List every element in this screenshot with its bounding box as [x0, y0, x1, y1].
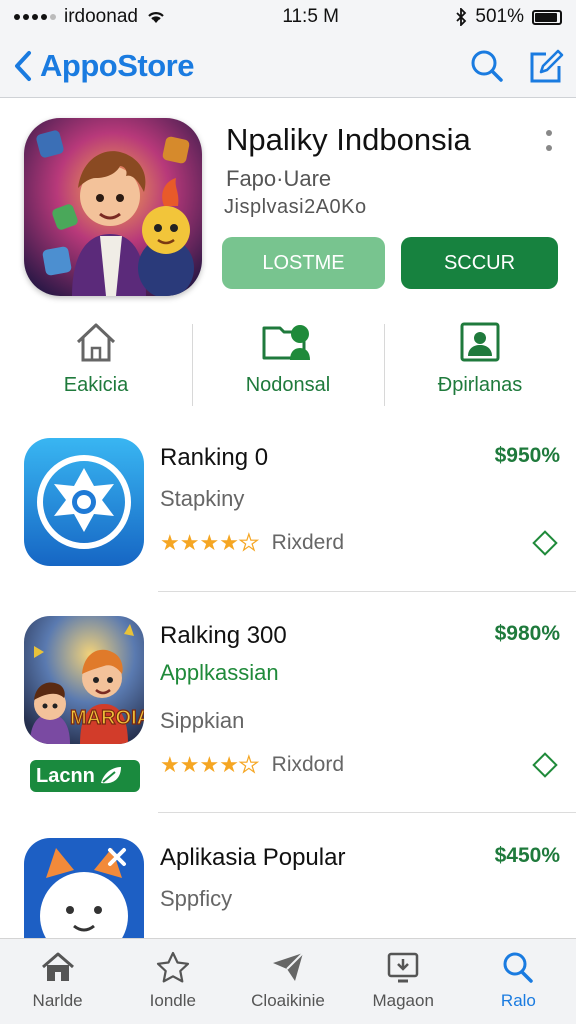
app-icon: MAROIA	[24, 616, 144, 744]
home-icon	[76, 323, 116, 362]
more-options-icon[interactable]	[546, 130, 552, 151]
tab-favorites[interactable]: Iondle	[115, 939, 230, 1024]
tab-bar: Narlde Iondle Cloaikinie Magaon Ralo	[0, 938, 576, 1024]
nav-title: AppoStore	[40, 47, 194, 83]
list-item[interactable]: Aplikasia Popular $450% Sppficy	[24, 838, 564, 938]
contact-card-icon	[460, 322, 500, 362]
star-rating-icon: ★ ★ ★ ★ ★	[160, 529, 259, 555]
app-title: Aplikasia Popular	[160, 844, 346, 871]
carrier-name: irdoonad	[64, 6, 138, 27]
app-price: $450%	[494, 844, 560, 867]
battery-percent: 501%	[475, 6, 524, 27]
chevron-left-icon	[15, 50, 31, 81]
list-divider	[158, 812, 576, 813]
search-icon	[503, 952, 534, 983]
app-rating: ★ ★ ★ ★ ★ Rixderd	[160, 529, 345, 556]
featured-app-developer: Fapo·Uare	[226, 166, 332, 191]
compose-icon[interactable]	[528, 48, 564, 84]
diamond-icon[interactable]	[532, 530, 558, 556]
status-time: 11:5 M	[282, 6, 340, 27]
home-icon	[41, 952, 74, 981]
search-icon[interactable]	[470, 49, 504, 83]
tab-label: Magaon	[372, 991, 434, 1010]
tab-label: Narlde	[32, 991, 83, 1010]
app-icon	[24, 438, 144, 566]
list-item[interactable]: Ranking 0 $950% Stapkiny ★ ★ ★ ★ ★ Rixderd	[24, 438, 564, 578]
badge-label: Lacnn	[36, 764, 95, 787]
app-subtitle: Sppficy	[160, 886, 233, 911]
folder-person-icon	[262, 325, 310, 360]
signal-icon	[14, 14, 56, 20]
tab-label: Cloaikinie	[251, 991, 325, 1010]
app-subtitle: Sippkian	[160, 708, 245, 733]
app-price: $980%	[494, 622, 560, 645]
category-label: Eakicia	[63, 374, 129, 396]
featured-app-category: Jisplvasi2A0Ko	[224, 196, 367, 218]
app-title: Ralking 300	[160, 622, 287, 649]
leaf-icon	[100, 767, 121, 784]
tab-updates[interactable]: Magaon	[346, 939, 461, 1024]
star-rating-icon: ★ ★ ★ ★ ★	[160, 751, 259, 777]
featured-app: Npaliky Indbonsia Fapo·Uare Jisplvasi2A0…	[24, 118, 558, 298]
app-subtitle: Stapkiny	[160, 486, 245, 511]
tab-label: Iondle	[149, 991, 196, 1010]
list-item[interactable]: MAROIA Lacnn Ralking 300 $980% Applkassi…	[24, 616, 564, 792]
battery-icon	[532, 9, 562, 25]
rating-label: Rixderd	[271, 531, 345, 554]
featured-secondary-button[interactable]: LOSTME	[222, 237, 385, 289]
app-price: $950%	[494, 444, 560, 467]
app-rating: ★ ★ ★ ★ ★ Rixdord	[160, 751, 345, 778]
nav-bar: AppoStore	[0, 34, 576, 98]
category-row: Eakicia Nodonsal Ðpirlanas	[0, 320, 576, 410]
tab-search[interactable]: Ralo	[461, 939, 576, 1024]
app-icon-text: MAROIA	[70, 707, 144, 729]
app-title: Ranking 0	[160, 444, 269, 471]
category-label: Nodonsal	[245, 374, 331, 396]
paper-plane-icon	[273, 952, 304, 981]
star-icon	[156, 951, 189, 983]
tab-home[interactable]: Narlde	[0, 939, 115, 1024]
diamond-icon[interactable]	[532, 752, 558, 778]
download-icon	[387, 952, 419, 983]
tab-explore[interactable]: Cloaikinie	[230, 939, 345, 1024]
bluetooth-icon	[456, 8, 467, 26]
app-category: Applkassian	[160, 660, 279, 685]
app-icon	[24, 838, 144, 938]
back-button[interactable]: AppoStore	[12, 48, 194, 84]
wifi-icon	[148, 12, 164, 23]
list-divider	[158, 591, 576, 592]
category-label: Ðpirlanas	[437, 374, 523, 396]
category-item-1[interactable]: Nodonsal	[192, 320, 384, 410]
featured-app-icon[interactable]	[24, 118, 202, 296]
app-badge: Lacnn	[30, 760, 140, 792]
category-item-0[interactable]: Eakicia	[0, 320, 192, 410]
rating-label: Rixdord	[271, 753, 345, 776]
featured-primary-button[interactable]: SCCUR	[401, 237, 558, 289]
tab-label: Ralo	[500, 991, 536, 1010]
status-bar: irdoonad 11:5 M 501%	[0, 0, 576, 34]
featured-app-title: Npaliky Indbonsia	[226, 122, 471, 157]
category-item-2[interactable]: Ðpirlanas	[384, 320, 576, 410]
